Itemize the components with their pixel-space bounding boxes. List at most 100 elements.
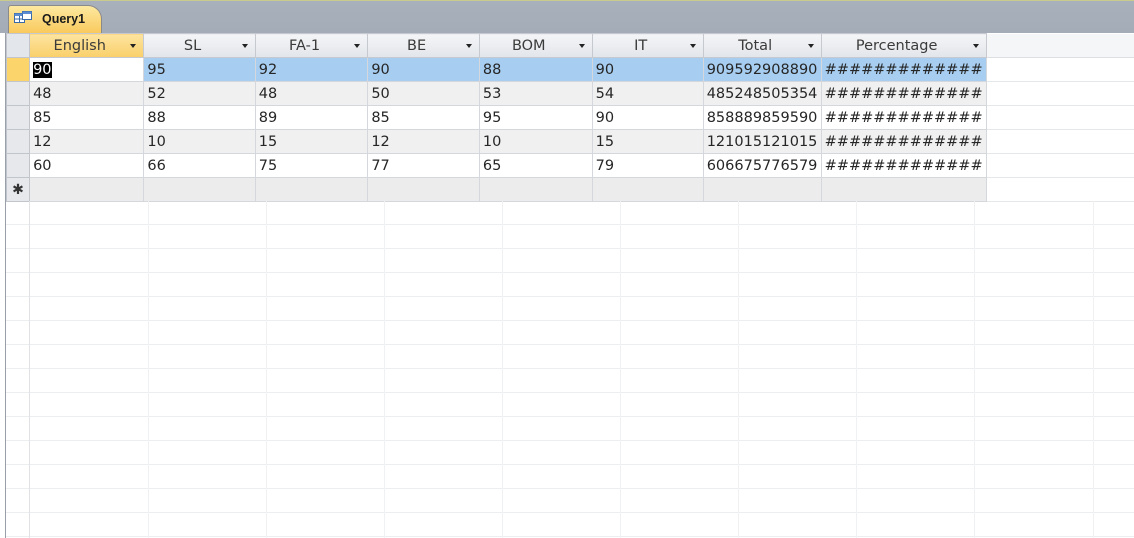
table-row[interactable]: 48 52 48 50 53 54 485248505354 #########… — [5, 81, 1134, 106]
table-cell[interactable]: ############# — [820, 153, 987, 178]
table-cell[interactable]: 60 — [29, 153, 145, 178]
row-filler — [1095, 57, 1134, 82]
table-cell[interactable]: 85 — [367, 105, 480, 130]
table-cell[interactable] — [254, 177, 369, 202]
table-cell[interactable]: ############# — [820, 81, 987, 106]
record-selector[interactable] — [5, 129, 31, 154]
table-row[interactable]: 60 66 75 77 65 79 606675776579 #########… — [5, 153, 1134, 178]
table-cell[interactable]: 88 — [143, 105, 256, 130]
table-cell[interactable]: 90 — [367, 57, 480, 82]
record-selector[interactable] — [5, 81, 31, 106]
record-selector[interactable] — [5, 105, 31, 130]
table-cell[interactable]: 92 — [254, 57, 369, 82]
dropdown-arrow-icon[interactable] — [578, 44, 585, 48]
table-cell[interactable]: 12 — [367, 129, 480, 154]
dropdown-arrow-icon[interactable] — [130, 44, 137, 48]
header-row: English SL FA-1 BE BOM IT Total Percenta… — [5, 33, 1134, 58]
dropdown-arrow-icon[interactable] — [972, 44, 979, 48]
empty-selector-column — [6, 201, 30, 538]
table-cell[interactable]: 54 — [591, 81, 704, 106]
table-cell[interactable]: 909592908890 — [702, 57, 822, 82]
row-filler — [1095, 129, 1134, 154]
table-cell[interactable]: 88 — [478, 57, 593, 82]
column-header[interactable]: BOM — [478, 33, 593, 58]
table-cell[interactable]: 95 — [143, 57, 256, 82]
table-cell[interactable] — [478, 177, 593, 202]
new-record-row[interactable]: ✱ — [5, 177, 1134, 202]
column-header[interactable]: BE — [367, 33, 480, 58]
header-filler — [1095, 33, 1134, 58]
column-header[interactable]: Total — [702, 33, 822, 58]
table-cell[interactable]: 75 — [254, 153, 369, 178]
table-cell[interactable]: 65 — [478, 153, 593, 178]
dropdown-arrow-icon[interactable] — [354, 44, 361, 48]
row-filler — [986, 57, 1096, 82]
table-cell[interactable]: 95 — [478, 105, 593, 130]
query-icon — [14, 11, 32, 23]
document-tab-bar: Query1 — [0, 0, 1134, 34]
new-record-icon: ✱ — [12, 181, 24, 198]
table-cell[interactable]: 10 — [478, 129, 593, 154]
table-cell[interactable]: 85 — [29, 105, 145, 130]
table-cell[interactable] — [367, 177, 480, 202]
table-cell[interactable]: 66 — [143, 153, 256, 178]
grid-line — [620, 201, 621, 538]
table-cell[interactable] — [820, 177, 987, 202]
dropdown-arrow-icon[interactable] — [241, 44, 248, 48]
table-cell[interactable]: 12 — [29, 129, 145, 154]
table-cell[interactable]: 50 — [367, 81, 480, 106]
column-header[interactable]: FA-1 — [254, 33, 369, 58]
table-cell[interactable]: 89 — [254, 105, 369, 130]
table-cell[interactable] — [29, 177, 145, 202]
table-cell[interactable]: 79 — [591, 153, 704, 178]
table-cell[interactable] — [702, 177, 822, 202]
table-cell[interactable]: 606675776579 — [702, 153, 822, 178]
select-all-corner[interactable] — [5, 33, 31, 58]
column-header[interactable]: English — [29, 33, 145, 58]
table-row[interactable]: 12 10 15 12 10 15 121015121015 #########… — [5, 129, 1134, 154]
row-filler — [986, 81, 1096, 106]
table-cell[interactable]: 121015121015 — [702, 129, 822, 154]
table-cell[interactable]: 15 — [591, 129, 704, 154]
column-header[interactable]: Percentage — [820, 33, 987, 58]
table-cell[interactable]: 15 — [254, 129, 369, 154]
dropdown-arrow-icon[interactable] — [689, 44, 696, 48]
table-cell[interactable]: ############# — [820, 105, 987, 130]
tab-query1[interactable]: Query1 — [8, 5, 102, 34]
table-cell[interactable]: 48 — [254, 81, 369, 106]
table-cell[interactable]: 77 — [367, 153, 480, 178]
table-cell[interactable]: 52 — [143, 81, 256, 106]
table-cell[interactable]: ############# — [820, 129, 987, 154]
new-record-selector[interactable]: ✱ — [5, 177, 31, 202]
table-cell[interactable]: 10 — [143, 129, 256, 154]
record-selector[interactable] — [5, 153, 31, 178]
table-cell[interactable]: 48 — [29, 81, 145, 106]
row-filler — [986, 153, 1096, 178]
table-cell[interactable]: 90 — [591, 57, 704, 82]
table-row[interactable]: 85 88 89 85 95 90 858889859590 #########… — [5, 105, 1134, 130]
table-cell[interactable]: 858889859590 — [702, 105, 822, 130]
row-filler — [986, 177, 1096, 202]
grid-line — [974, 201, 975, 538]
row-filler — [986, 129, 1096, 154]
grid-line — [266, 201, 267, 538]
table-cell[interactable]: ############# — [820, 57, 987, 82]
table-row[interactable]: 90 95 92 90 88 90 909592908890 #########… — [5, 57, 1134, 82]
record-selector[interactable] — [5, 57, 31, 82]
table-cell[interactable]: 485248505354 — [702, 81, 822, 106]
header-filler — [986, 33, 1096, 58]
dropdown-arrow-icon[interactable] — [807, 44, 814, 48]
datasheet-grid: English SL FA-1 BE BOM IT Total Percenta… — [5, 33, 1134, 202]
table-cell[interactable]: 90 — [29, 57, 145, 82]
row-filler — [986, 105, 1096, 130]
column-header[interactable]: SL — [143, 33, 256, 58]
table-cell[interactable] — [143, 177, 256, 202]
table-cell[interactable]: 53 — [478, 81, 593, 106]
table-cell[interactable]: 90 — [591, 105, 704, 130]
grid-line — [148, 201, 149, 538]
column-header[interactable]: IT — [591, 33, 704, 58]
dropdown-arrow-icon[interactable] — [465, 44, 472, 48]
tab-label: Query1 — [42, 12, 86, 26]
table-cell[interactable] — [591, 177, 704, 202]
datasheet[interactable]: English SL FA-1 BE BOM IT Total Percenta… — [5, 33, 1134, 538]
